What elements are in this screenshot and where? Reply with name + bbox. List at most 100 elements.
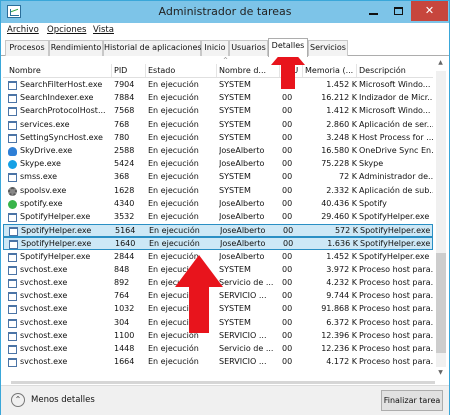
description-cell: Proceso host para... xyxy=(359,357,433,367)
table-row[interactable]: Skype.exe 5424 En ejecución JoseAlberto 00 75… xyxy=(3,158,433,171)
end-task-button[interactable]: Finalizar tarea xyxy=(381,390,443,411)
process-name-cell: SpotifyHelper.exe xyxy=(21,239,92,249)
description-cell: Proceso host para... xyxy=(359,291,433,301)
status-cell: En ejecución xyxy=(148,132,199,142)
pid-cell: 5424 xyxy=(114,159,135,169)
pid-cell: 1032 xyxy=(114,304,135,314)
tab-bar: Procesos Rendimiento Historial de aplica… xyxy=(1,38,449,57)
table-row[interactable]: SettingSyncHost.exe 780 En ejecución SYSTEM… xyxy=(3,132,433,145)
table-row[interactable]: svchost.exe 1448 En ejecución Servicio de .… xyxy=(3,343,433,356)
less-details-link[interactable]: Menos detalles xyxy=(31,395,95,405)
table-row[interactable]: SearchFilterHost.exe 7904 En ejecución SYST… xyxy=(3,79,433,92)
description-cell: Microsoft Windo... xyxy=(359,106,431,116)
table-row[interactable]: SearchProtocolHost... 7568 En ejecución SYS… xyxy=(3,105,433,118)
status-cell: En ejecución xyxy=(148,212,199,221)
status-cell: En ejecución xyxy=(148,119,199,129)
table-row[interactable]: SpotifyHelper.exe 5164 En ejecución JoseAlb… xyxy=(3,224,433,238)
pid-cell: 4340 xyxy=(114,198,135,208)
user-name-cell: JoseAlberto xyxy=(220,226,266,236)
app-window-icon xyxy=(8,292,17,302)
process-name-cell: svchost.exe xyxy=(20,357,68,367)
sort-indicator-icon[interactable]: ^ xyxy=(223,57,228,64)
column-divider[interactable] xyxy=(356,64,357,77)
column-header-pid[interactable]: PID xyxy=(114,66,144,75)
description-cell: Host Process for ... xyxy=(359,132,433,142)
status-cell: En ejecución xyxy=(148,159,199,169)
app-window-icon xyxy=(9,240,18,250)
table-row[interactable]: SkyDrive.exe 2588 En ejecución JoseAlberto 0… xyxy=(3,145,433,158)
tab-usuarios[interactable]: Usuarios xyxy=(229,40,268,56)
chevron-up-icon[interactable]: ⌃ xyxy=(11,393,25,407)
column-divider[interactable] xyxy=(111,64,112,77)
vertical-scrollbar-thumb[interactable] xyxy=(436,253,446,353)
pid-cell: 780 xyxy=(114,132,130,142)
user-name-cell: JoseAlberto xyxy=(219,146,265,155)
column-header-description[interactable]: Descripción xyxy=(359,66,431,75)
table-row[interactable]: services.exe 768 En ejecución SYSTEM 00 2.860… xyxy=(3,119,433,132)
table-row[interactable]: svchost.exe 1664 En ejecución SERVICIO ... 0… xyxy=(3,356,433,369)
status-cell: En ejecución xyxy=(148,198,199,208)
menu-vista[interactable]: Vista xyxy=(93,25,114,35)
title-bar[interactable]: Administrador de tareas ✕ xyxy=(1,1,449,23)
table-row[interactable]: SearchIndexer.exe 7884 En ejecución SYSTEM 0… xyxy=(3,92,433,105)
description-cell: Skype xyxy=(359,159,384,169)
horizontal-scrollbar[interactable] xyxy=(11,381,435,384)
tab-servicios[interactable]: Servicios xyxy=(308,40,348,56)
column-header-estado[interactable]: Estado xyxy=(148,66,216,75)
tab-rendimiento[interactable]: Rendimiento xyxy=(49,40,103,56)
cpu-cell: 00 xyxy=(282,344,293,353)
spotify-icon xyxy=(8,199,17,209)
memory-cell: 2.860 K xyxy=(326,119,357,129)
table-row[interactable]: SpotifyHelper.exe 3532 En ejecución JoseAlb… xyxy=(3,211,433,224)
column-divider[interactable] xyxy=(145,64,146,77)
cpu-cell: 00 xyxy=(282,304,293,314)
details-table: ^ Nombre PID Estado Nombre d... CPU Memo… xyxy=(3,57,447,384)
pid-cell: 2844 xyxy=(114,251,135,261)
tab-detalles[interactable]: Detalles xyxy=(268,38,308,57)
menu-opciones[interactable]: Opciones xyxy=(47,25,86,35)
pid-cell: 764 xyxy=(114,291,130,301)
memory-cell: 3.248 K xyxy=(326,132,357,142)
column-divider[interactable] xyxy=(216,64,217,77)
status-cell: En ejecución xyxy=(149,226,200,236)
menu-archivo[interactable]: Archivo xyxy=(7,25,39,35)
process-name-cell: spotify.exe xyxy=(20,198,63,208)
pid-cell: 1640 xyxy=(115,239,136,249)
column-header-name[interactable]: Nombre xyxy=(9,66,109,75)
table-row[interactable]: spotify.exe 4340 En ejecución JoseAlberto 00… xyxy=(3,198,433,211)
cpu-cell: 00 xyxy=(282,264,293,274)
pid-cell: 1100 xyxy=(114,330,135,340)
tab-historial[interactable]: Historial de aplicaciones xyxy=(103,40,202,56)
scroll-up-arrow-icon[interactable]: ▲ xyxy=(435,59,446,69)
table-header: Nombre PID Estado Nombre d... CPU Memori… xyxy=(3,64,433,78)
menu-bar: Archivo Opciones Vista xyxy=(1,23,449,38)
user-name-cell: JoseAlberto xyxy=(219,212,265,221)
user-name-cell: SYSTEM xyxy=(219,304,251,314)
user-name-cell: SERVICIO ... xyxy=(219,291,267,301)
close-button[interactable]: ✕ xyxy=(411,1,448,21)
maximize-button[interactable] xyxy=(386,1,411,21)
process-name-cell: svchost.exe xyxy=(20,330,68,340)
minimize-button[interactable] xyxy=(361,1,386,21)
scroll-down-arrow-icon[interactable]: ▼ xyxy=(435,369,446,379)
maximize-icon xyxy=(394,7,403,15)
cpu-cell: 00 xyxy=(282,146,293,155)
table-row[interactable]: SpotifyHelper.exe 1640 En ejecución JoseAlb… xyxy=(3,237,433,251)
memory-cell: 12.236 K xyxy=(321,344,357,353)
process-name-cell: svchost.exe xyxy=(20,291,68,301)
table-row[interactable]: smss.exe 368 En ejecución SYSTEM 00 72 K Admin… xyxy=(3,171,433,184)
tab-procesos[interactable]: Procesos xyxy=(5,40,49,56)
user-name-cell: SYSTEM xyxy=(219,132,251,142)
description-cell: Proceso host para... xyxy=(359,317,433,327)
user-name-cell: Servicio de ... xyxy=(219,344,274,353)
app-window-icon xyxy=(8,173,17,183)
cpu-cell: 00 xyxy=(282,132,293,142)
process-name-cell: svchost.exe xyxy=(20,304,68,314)
pid-cell: 768 xyxy=(114,119,130,129)
column-header-memory[interactable]: Memoria (... xyxy=(305,66,355,75)
process-name-cell: SpotifyHelper.exe xyxy=(20,212,91,221)
table-row[interactable]: spoolsv.exe 1628 En ejecución SYSTEM 00 2.332… xyxy=(3,185,433,198)
user-name-cell: SERVICIO ... xyxy=(219,330,267,340)
tab-inicio[interactable]: Inicio xyxy=(201,40,229,56)
description-cell: Aplicación de ser... xyxy=(359,119,433,129)
